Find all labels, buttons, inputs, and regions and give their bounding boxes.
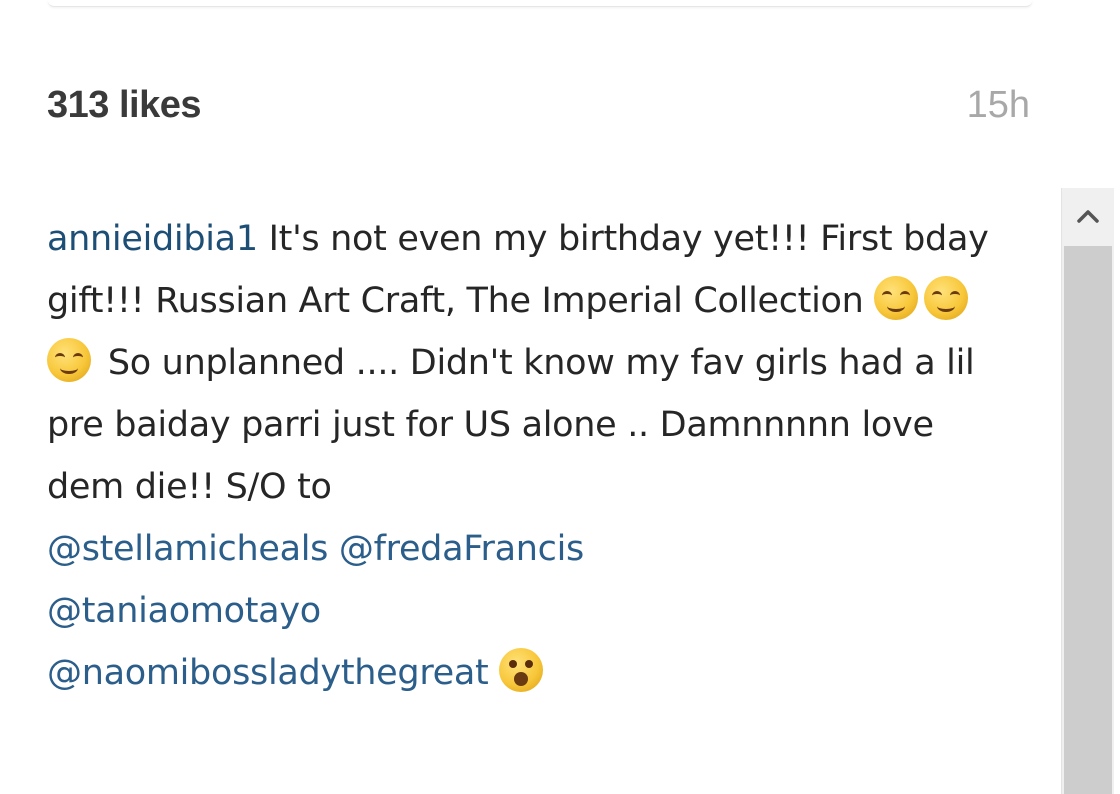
vertical-scrollbar[interactable]	[1061, 188, 1114, 794]
post-time[interactable]: 15h	[967, 82, 1030, 128]
mention-link[interactable]: @taniaomotayo	[47, 591, 321, 631]
smiling-face-icon	[47, 338, 91, 382]
mention-link[interactable]: @naomibossladythegreat	[47, 653, 489, 693]
scrollbar-thumb[interactable]	[1064, 246, 1112, 794]
mention-link[interactable]: @stellamicheals	[47, 529, 328, 569]
likes-count[interactable]: 313 likes	[47, 82, 201, 128]
chevron-up-icon	[1077, 210, 1099, 223]
caption-username[interactable]: annieidibia1	[47, 219, 258, 259]
scroll-up-button[interactable]	[1062, 188, 1114, 244]
smiling-face-icon	[924, 276, 969, 320]
mention-link[interactable]: @fredaFrancis	[339, 529, 584, 569]
post-caption: annieidibia1 It's not even my birthday y…	[47, 208, 997, 704]
caption-text-2: So unplanned .... Didn't know my fav gir…	[47, 343, 975, 507]
astonished-face-icon	[499, 648, 544, 692]
top-divider	[48, 0, 1032, 7]
smiling-face-icon	[874, 276, 919, 320]
